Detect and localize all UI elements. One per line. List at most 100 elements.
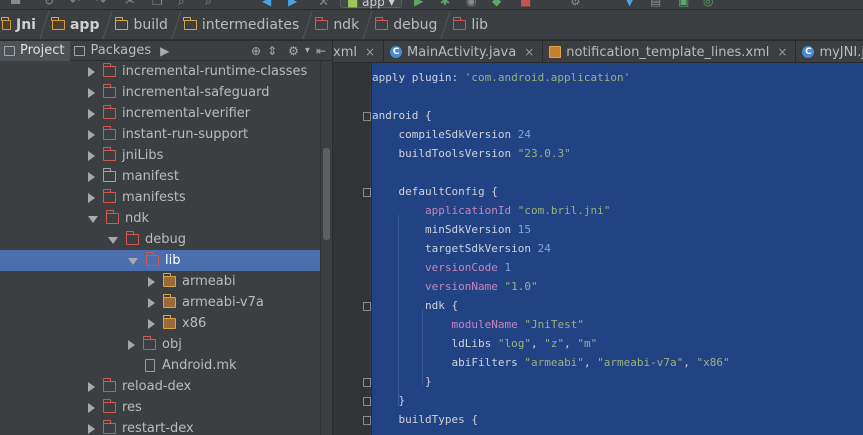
tree-item-res[interactable]: res: [0, 397, 320, 418]
code-editor[interactable]: apply plugin: 'com.android.application' a…: [372, 63, 863, 435]
tab-project[interactable]: Project: [0, 40, 71, 61]
expand-arrow-right-icon[interactable]: [88, 87, 95, 98]
more-views-chevron-icon[interactable]: ▶: [160, 44, 169, 58]
code-line[interactable]: defaultConfig {: [372, 182, 497, 201]
code-line[interactable]: applicationId "com.bril.jni": [372, 201, 610, 220]
fold-marker-icon[interactable]: [363, 378, 371, 387]
sync-icon[interactable]: ↻: [44, 0, 54, 8]
expand-arrow-right-icon[interactable]: [88, 381, 95, 392]
copy-icon[interactable]: ❐: [152, 0, 163, 8]
tree-item-android-mk[interactable]: Android.mk: [0, 355, 320, 376]
save-icon[interactable]: ▬: [10, 0, 21, 8]
build-icon[interactable]: ⚒: [318, 0, 329, 8]
hide-panel-icon[interactable]: ⇤: [316, 44, 326, 58]
tree-item-incremental-safeguard[interactable]: incremental-safeguard: [0, 82, 320, 103]
expand-arrow-right-icon[interactable]: [148, 276, 155, 287]
avd-manager-icon[interactable]: ▤: [650, 0, 661, 8]
breadcrumb-item-intermediates[interactable]: intermediates: [183, 10, 315, 40]
collapse-all-icon[interactable]: ⇕: [267, 44, 277, 58]
tree-item-reload-dex[interactable]: reload-dex: [0, 376, 320, 397]
expand-arrow-right-icon[interactable]: [88, 108, 95, 119]
code-line[interactable]: versionName "1.0": [372, 277, 538, 296]
code-line[interactable]: ndk {: [372, 296, 458, 315]
stop-icon[interactable]: ■: [520, 0, 531, 8]
expand-arrow-right-icon[interactable]: [88, 66, 95, 77]
tree-item-manifests[interactable]: manifests: [0, 187, 320, 208]
cut-icon[interactable]: ✂: [125, 0, 135, 8]
fold-marker-icon[interactable]: [363, 416, 371, 425]
editor-tab-xml[interactable]: xml ×: [333, 41, 385, 62]
editor-tab-mainactivity-java[interactable]: C MainActivity.java ×: [384, 41, 544, 62]
expand-arrow-down-icon[interactable]: [88, 216, 98, 223]
editor-tab-notification-template-lines-xml[interactable]: notification_template_lines.xml ×: [543, 41, 797, 62]
run-config-select[interactable]: ■ app ▾: [340, 0, 402, 9]
download-icon[interactable]: ▼: [625, 0, 634, 8]
breadcrumb-item-lib[interactable]: lib: [452, 10, 490, 40]
search-icon[interactable]: ⌕: [178, 0, 185, 9]
expand-arrow-right-icon[interactable]: [128, 339, 135, 350]
code-line[interactable]: moduleName "JniTest": [372, 315, 583, 334]
android-monitor-icon[interactable]: ◎: [703, 0, 713, 8]
attach-debugger-icon[interactable]: ◆: [492, 0, 501, 8]
tree-item-ndk[interactable]: ndk: [0, 208, 320, 229]
code-line[interactable]: versionCode 1: [372, 258, 511, 277]
expand-arrow-right-icon[interactable]: [88, 129, 95, 140]
tab-packages[interactable]: Packages: [70, 41, 157, 61]
tree-item-armeabi[interactable]: armeabi: [0, 271, 320, 292]
scrollbar-thumb[interactable]: [323, 148, 330, 240]
close-tab-icon[interactable]: ×: [365, 45, 375, 59]
breadcrumb-item-jni[interactable]: Jni: [1, 10, 52, 40]
expand-arrow-right-icon[interactable]: [148, 297, 155, 308]
undo-icon[interactable]: ↶: [70, 0, 80, 8]
code-line[interactable]: buildTypes {: [372, 410, 477, 429]
code-line[interactable]: }: [372, 372, 432, 391]
tree-item-obj[interactable]: obj: [0, 334, 320, 355]
code-line[interactable]: compileSdkVersion 24: [372, 125, 530, 144]
tree-item-incremental-runtime-classes[interactable]: incremental-runtime-classes: [0, 61, 320, 82]
expand-arrow-right-icon[interactable]: [88, 171, 95, 182]
breadcrumb-item-ndk[interactable]: ndk: [314, 10, 375, 40]
code-line[interactable]: targetSdkVersion 24: [372, 239, 551, 258]
run-icon[interactable]: ▶: [414, 0, 423, 8]
expand-arrow-right-icon[interactable]: [148, 318, 155, 329]
breadcrumb-item-app[interactable]: app: [51, 10, 116, 40]
expand-arrow-down-icon[interactable]: [128, 258, 138, 265]
tree-item-lib[interactable]: lib: [0, 250, 320, 271]
fold-marker-icon[interactable]: [363, 302, 371, 311]
expand-arrow-right-icon[interactable]: [88, 423, 95, 434]
expand-arrow-right-icon[interactable]: [88, 192, 95, 203]
tree-item-debug[interactable]: debug: [0, 229, 320, 250]
tree-item-incremental-verifier[interactable]: incremental-verifier: [0, 103, 320, 124]
sdk-manager-icon[interactable]: ⚙: [570, 0, 581, 8]
redo-icon[interactable]: ↷: [96, 0, 106, 8]
tree-item-restart-dex[interactable]: restart-dex: [0, 418, 320, 435]
fold-marker-icon[interactable]: [363, 112, 371, 121]
editor-tab-myjni-java[interactable]: CmyJNI.java×: [796, 41, 863, 62]
expand-arrow-right-icon[interactable]: [88, 402, 95, 413]
profile-icon[interactable]: ◉: [466, 0, 476, 8]
close-tab-icon[interactable]: ×: [777, 45, 787, 59]
tree-item-x86[interactable]: x86: [0, 313, 320, 334]
back-icon[interactable]: ◀: [262, 0, 271, 8]
code-line[interactable]: minSdkVersion 15: [372, 220, 531, 239]
scroll-from-source-icon[interactable]: ⊕: [251, 44, 261, 58]
fold-marker-icon[interactable]: [363, 397, 371, 406]
debug-icon[interactable]: ✱: [440, 0, 450, 8]
chevron-down-icon[interactable]: ▾: [305, 45, 310, 56]
tree-item-manifest[interactable]: manifest: [0, 166, 320, 187]
tree-item-jnilibs[interactable]: jniLibs: [0, 145, 320, 166]
android-device-icon[interactable]: ▣: [678, 0, 689, 8]
forward-icon[interactable]: ▶: [288, 0, 297, 8]
code-line[interactable]: abiFilters "armeabi", "armeabi-v7a", "x8…: [372, 353, 729, 372]
expand-arrow-down-icon[interactable]: [108, 237, 118, 244]
breadcrumb-item-build[interactable]: build: [114, 10, 183, 40]
settings-gear-icon[interactable]: ⚙: [288, 44, 299, 58]
tree-item-armeabi-v7a[interactable]: armeabi-v7a: [0, 292, 320, 313]
code-line[interactable]: }: [372, 391, 405, 410]
code-line[interactable]: apply plugin: 'com.android.application': [372, 68, 630, 87]
code-line[interactable]: android {: [372, 106, 432, 125]
breadcrumb-item-debug[interactable]: debug: [374, 10, 453, 40]
tree-item-instant-run-support[interactable]: instant-run-support: [0, 124, 320, 145]
fold-marker-icon[interactable]: [363, 188, 371, 197]
replace-icon[interactable]: ⌕: [205, 0, 212, 9]
